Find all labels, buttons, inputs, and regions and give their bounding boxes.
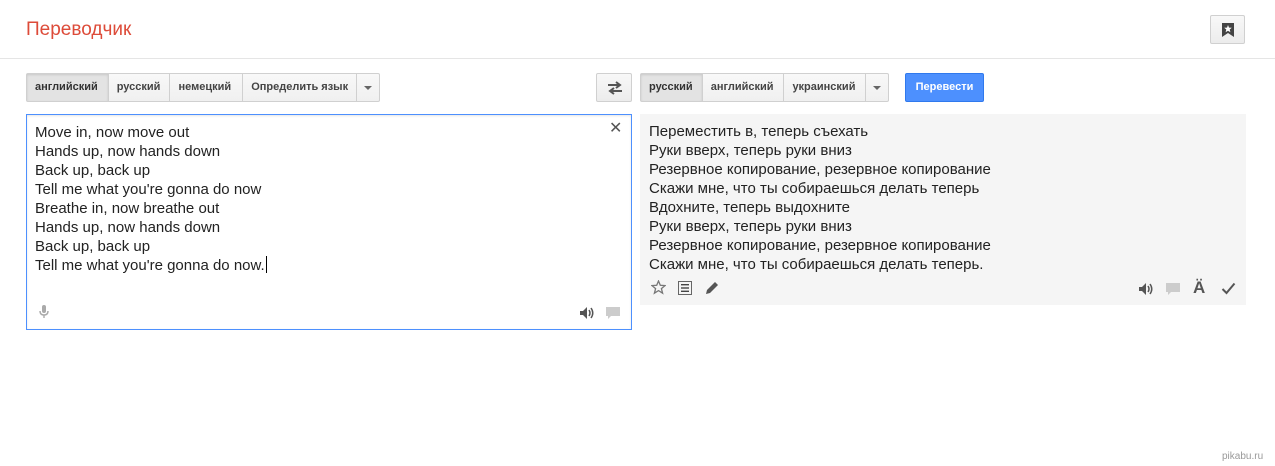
comment-icon[interactable] — [605, 306, 621, 320]
watermark: pikabu.ru — [1222, 451, 1264, 462]
source-lang-dropdown[interactable] — [357, 74, 379, 101]
phrasebook-icon — [1222, 23, 1234, 37]
text-caret — [265, 256, 267, 273]
result-line[interactable]: Скажи мне, что ты собираешься делать теп… — [649, 179, 991, 198]
source-text: Move in, now move out Hands up, now hand… — [35, 123, 267, 275]
source-line: Hands up, now hands down — [35, 143, 221, 160]
result-line[interactable]: Резервное копирование, резервное копиров… — [649, 160, 991, 179]
source-line: Back up, back up — [35, 162, 151, 179]
source-line: Breathe in, now breathe out — [35, 200, 220, 217]
target-lang-russian[interactable]: русский — [641, 74, 703, 101]
source-lang-english[interactable]: английский — [27, 74, 109, 101]
speaker-icon[interactable] — [579, 306, 595, 320]
result-panel: Переместить в, теперь съехать Руки вверх… — [640, 114, 1246, 305]
pencil-icon[interactable] — [705, 281, 719, 295]
source-lang-german[interactable]: немецкий — [170, 74, 244, 101]
chevron-down-icon — [364, 85, 373, 90]
source-line: Tell me what you're gonna do now — [35, 181, 262, 198]
list-icon[interactable] — [678, 281, 692, 295]
result-line[interactable]: Резервное копирование, резервное копиров… — [649, 236, 991, 255]
target-lang-dropdown[interactable] — [866, 74, 888, 101]
checkmark-icon[interactable] — [1221, 282, 1236, 295]
clear-text-button[interactable]: ✕ — [609, 121, 622, 137]
result-line[interactable]: Переместить в, теперь съехать — [649, 122, 991, 141]
source-lang-detect[interactable]: Определить язык — [243, 74, 358, 101]
result-line[interactable]: Руки вверх, теперь руки вниз — [649, 217, 991, 236]
result-text: Переместить в, теперь съехать Руки вверх… — [649, 122, 991, 274]
source-lang-russian[interactable]: русский — [109, 74, 171, 101]
target-lang-english[interactable]: английский — [703, 74, 785, 101]
transliteration-icon[interactable]: Ä — [1193, 278, 1205, 298]
chevron-down-icon — [873, 85, 882, 90]
source-textarea[interactable]: Move in, now move out Hands up, now hand… — [26, 114, 632, 330]
source-line: Hands up, now hands down — [35, 219, 221, 236]
translate-button[interactable]: Перевести — [905, 73, 984, 102]
target-language-selector: русский английский украинский — [640, 73, 889, 102]
microphone-icon[interactable] — [38, 305, 50, 319]
source-line-last: Tell me what you're gonna do now. — [35, 256, 267, 275]
app-title: Переводчик — [26, 19, 132, 40]
source-line: Tell me what you're gonna do now. — [35, 257, 265, 274]
source-line: Move in, now move out — [35, 124, 190, 141]
star-icon[interactable] — [651, 280, 666, 295]
header: Переводчик — [0, 0, 1275, 59]
phrasebook-button[interactable] — [1210, 15, 1245, 44]
target-lang-ukrainian[interactable]: украинский — [784, 74, 867, 101]
comment-icon[interactable] — [1165, 282, 1181, 296]
speaker-icon[interactable] — [1138, 282, 1154, 296]
result-line[interactable]: Вдохните, теперь выдохните — [649, 198, 991, 217]
swap-icon — [608, 81, 622, 95]
source-language-selector: английский русский немецкий Определить я… — [26, 73, 380, 102]
swap-languages-button[interactable] — [596, 73, 632, 102]
result-line[interactable]: Руки вверх, теперь руки вниз — [649, 141, 991, 160]
result-line[interactable]: Скажи мне, что ты собираешься делать теп… — [649, 255, 991, 274]
source-line: Back up, back up — [35, 238, 151, 255]
